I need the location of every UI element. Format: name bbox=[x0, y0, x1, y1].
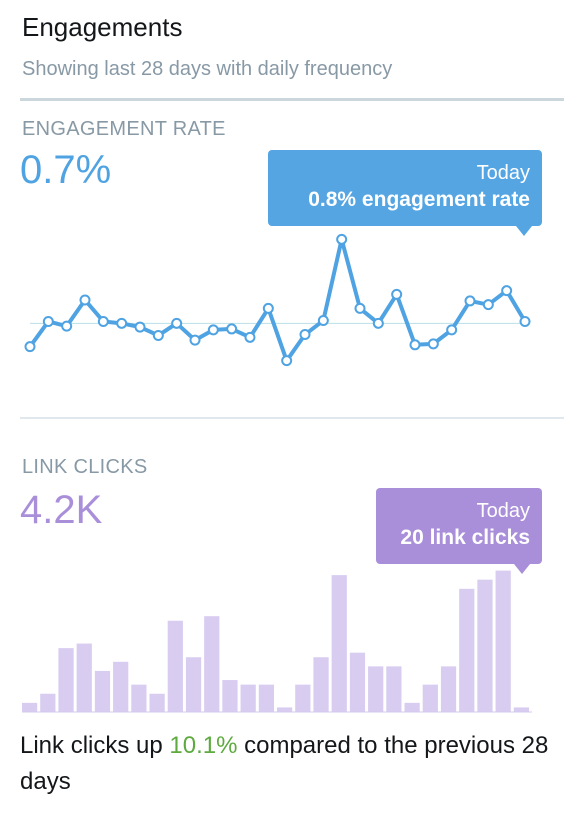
bar bbox=[94, 670, 111, 712]
bar bbox=[222, 680, 238, 712]
bar bbox=[349, 652, 366, 712]
bar bbox=[240, 684, 256, 712]
bar bbox=[513, 707, 529, 712]
comparison-percent: 10.1% bbox=[169, 732, 238, 759]
bar bbox=[185, 657, 202, 712]
bar bbox=[58, 648, 74, 712]
bar bbox=[440, 666, 457, 712]
bar bbox=[313, 657, 329, 712]
bar bbox=[422, 684, 438, 712]
bar bbox=[331, 575, 347, 712]
bar bbox=[386, 666, 402, 712]
bar bbox=[459, 588, 475, 712]
bar bbox=[258, 684, 274, 712]
bar bbox=[204, 616, 220, 712]
bar bbox=[404, 702, 420, 712]
bar bbox=[477, 579, 493, 712]
bar bbox=[113, 661, 129, 712]
bar bbox=[149, 693, 165, 712]
bar bbox=[495, 570, 511, 712]
comparison-text: Link clicks up 10.1% compared to the pre… bbox=[20, 728, 560, 800]
bar bbox=[167, 620, 183, 712]
bar bbox=[76, 643, 92, 712]
bar bbox=[40, 693, 56, 712]
bar bbox=[22, 702, 38, 712]
comparison-prefix: Link clicks up bbox=[20, 732, 170, 759]
link-clicks-chart bbox=[22, 570, 532, 713]
bar bbox=[295, 684, 311, 712]
bar bbox=[131, 684, 147, 712]
bar bbox=[368, 666, 384, 712]
bar bbox=[277, 707, 293, 712]
